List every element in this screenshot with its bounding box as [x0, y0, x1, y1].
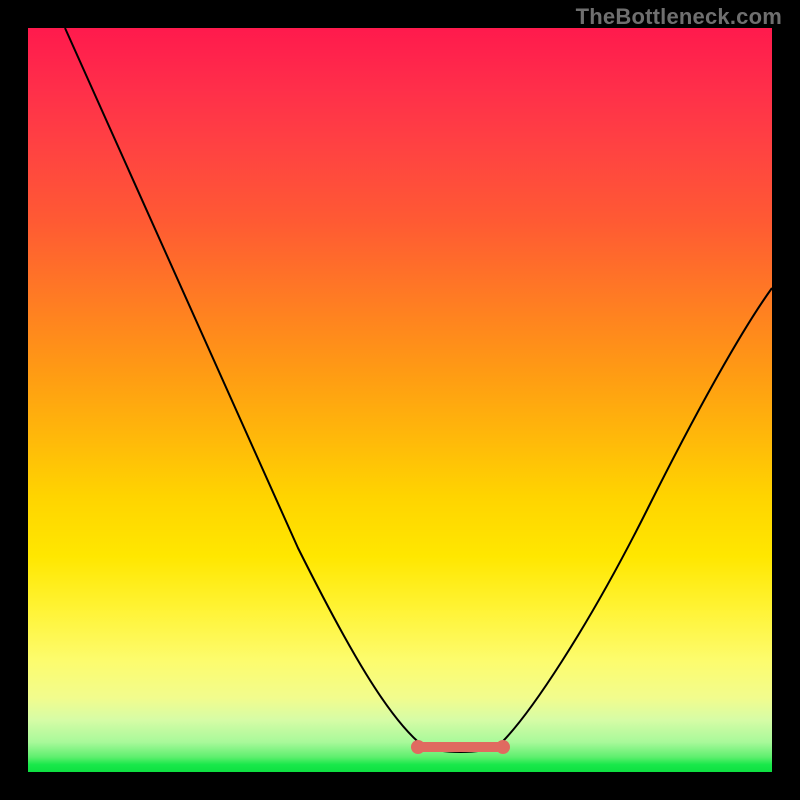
- chart-container: TheBottleneck.com: [0, 0, 800, 800]
- watermark-text: TheBottleneck.com: [576, 4, 782, 30]
- optimal-range-marker: [416, 742, 504, 752]
- curve-left-branch: [65, 28, 423, 746]
- plot-area: [28, 28, 772, 772]
- optimal-range-end-dot: [496, 740, 510, 754]
- bottleneck-curve: [28, 28, 772, 772]
- curve-right-branch: [498, 288, 772, 746]
- optimal-range-start-dot: [411, 740, 425, 754]
